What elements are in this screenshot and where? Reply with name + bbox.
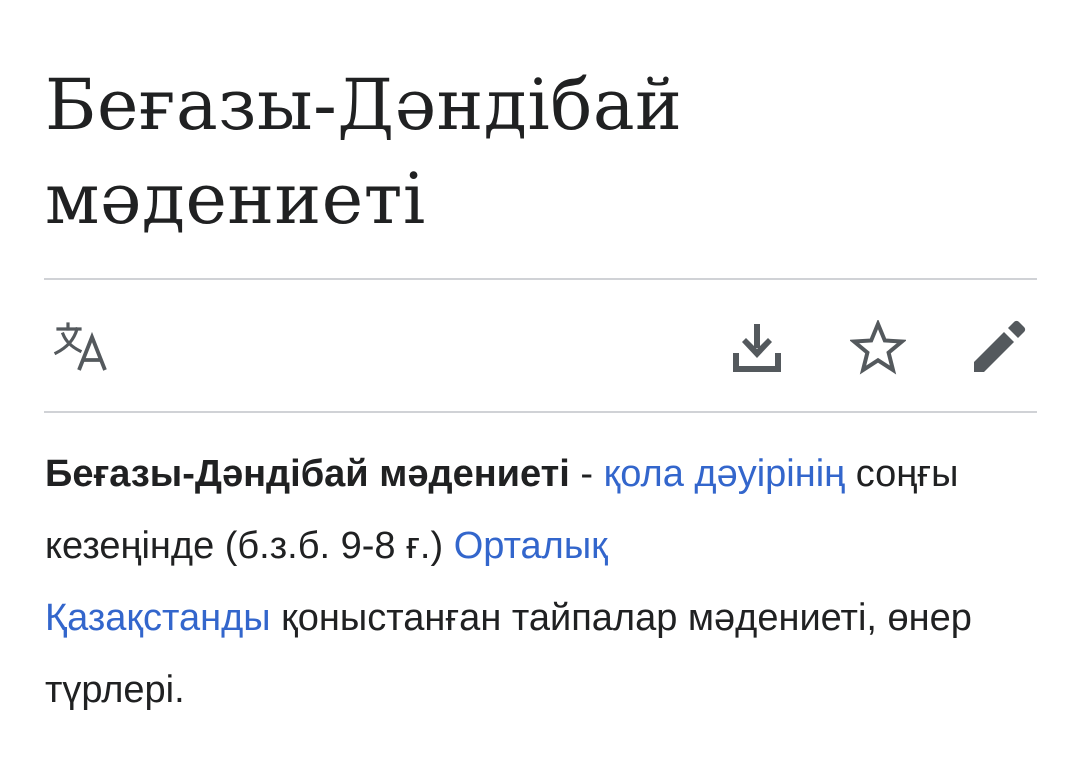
central-kazakhstan-link-part-1[interactable]: Орталық: [454, 525, 608, 567]
translate-icon[interactable]: [50, 322, 114, 374]
lead-separator: -: [569, 453, 604, 495]
star-icon[interactable]: [850, 320, 906, 376]
page-title: Беғазы-Дәндібай мәдениеті: [45, 58, 1045, 246]
article-bold-term: Беғазы-Дәндібай мәдениеті: [45, 453, 570, 495]
central-kazakhstan-link-part-2[interactable]: Қазақстанды: [45, 597, 271, 639]
bronze-age-link[interactable]: қола дәуірінің: [604, 453, 846, 495]
download-icon[interactable]: [729, 320, 785, 376]
toolbar-divider: [44, 411, 1037, 413]
page-title-line-2: мәдениеті: [45, 158, 426, 240]
page-title-line-1: Беғазы-Дәндібай: [45, 64, 683, 146]
title-divider: [44, 278, 1037, 280]
article-lead-paragraph: Беғазы-Дәндібай мәдениеті - қола дәуірін…: [45, 438, 1045, 726]
pencil-icon[interactable]: [970, 318, 1028, 376]
